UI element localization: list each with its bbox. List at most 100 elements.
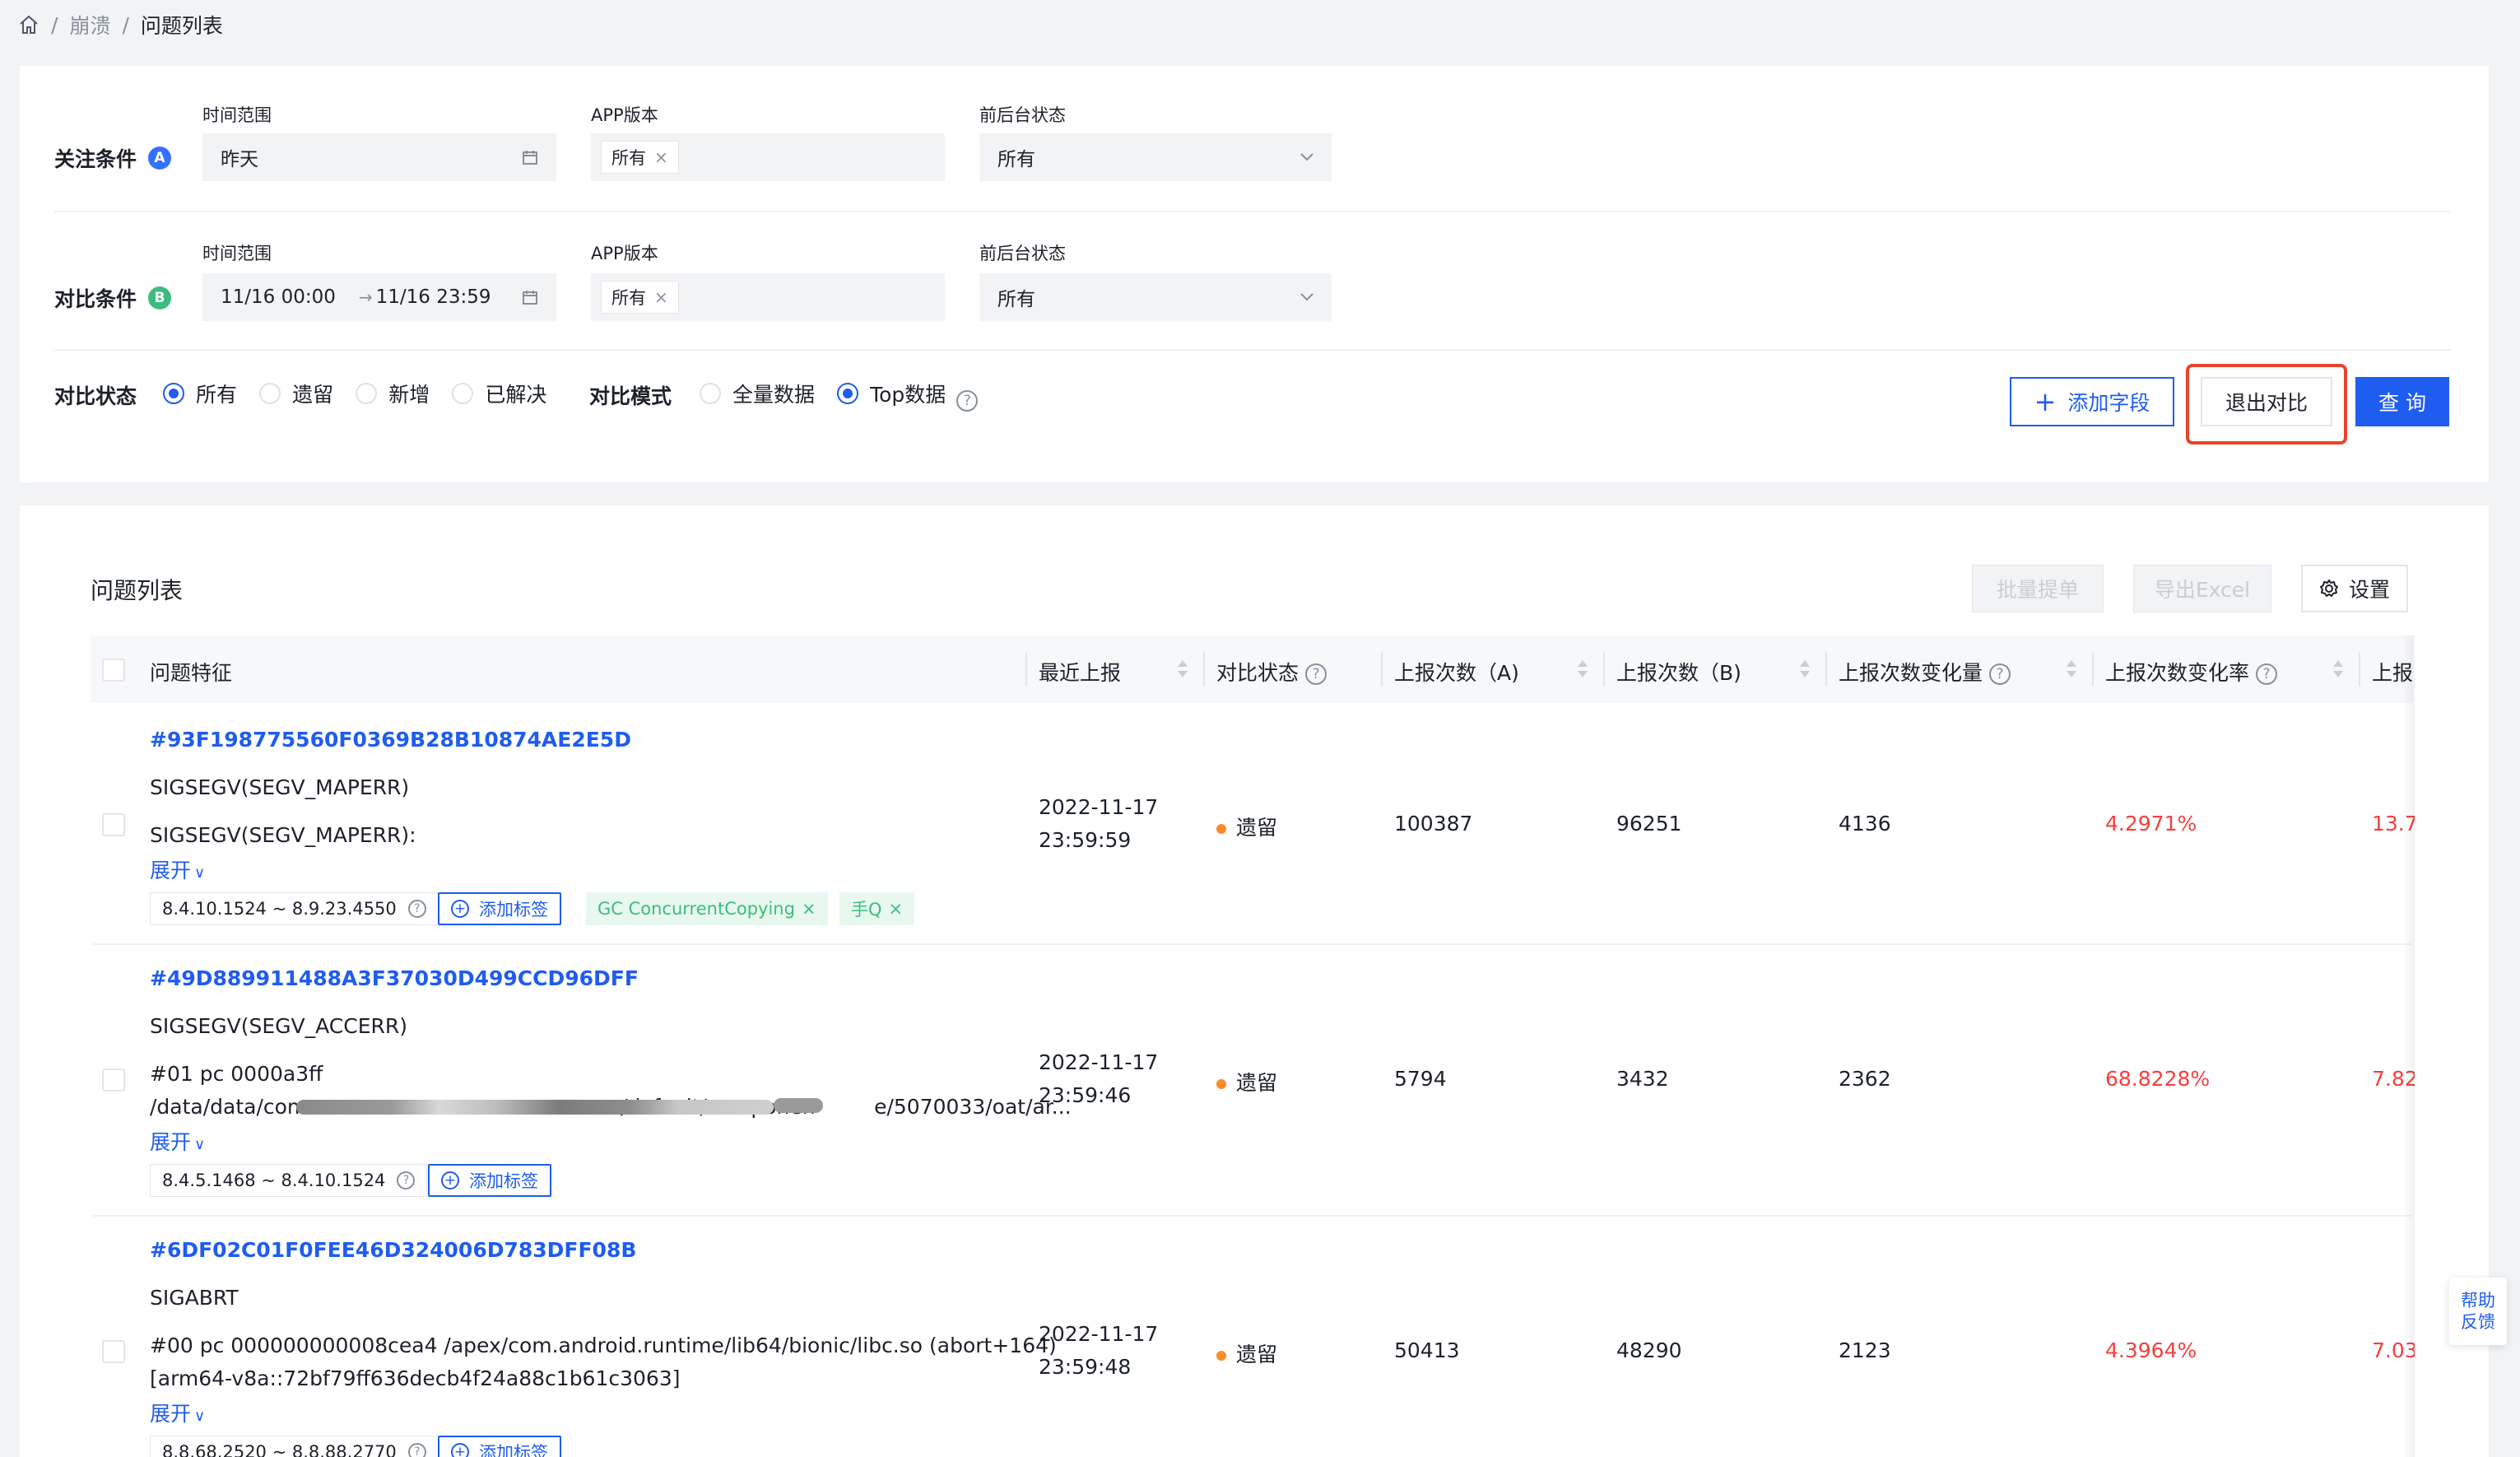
radio-mode-top[interactable]: Top数据: [837, 379, 946, 408]
focus-app-select[interactable]: 所有 ×: [591, 133, 945, 181]
redaction-mark: [774, 1098, 823, 1113]
breadcrumb-crash-link[interactable]: 崩溃: [69, 10, 110, 40]
status-dot: [1216, 1351, 1226, 1361]
settings-button[interactable]: 设置: [2301, 565, 2408, 612]
count-b: 96251: [1616, 812, 1682, 836]
breadcrumb-separator: /: [51, 12, 58, 37]
gear-icon: [2319, 580, 2338, 597]
issue-id-link[interactable]: #49D889911488A3F37030D499CCD96DFF: [150, 966, 639, 990]
col-divider: [1203, 652, 1205, 687]
compare-time-range-picker[interactable]: 11/16 00:00 → 11/16 23:59: [202, 273, 556, 321]
col-count-rate[interactable]: 上报次数变化率?: [2105, 657, 2278, 687]
calendar-icon: [523, 151, 537, 165]
version-range: 8.4.5.1468 ~ 8.4.10.1524?: [150, 1164, 428, 1197]
expand-label: 展开: [150, 1130, 192, 1154]
status-label: 遗留: [1236, 1343, 1278, 1366]
expand-link[interactable]: 展开 ∨: [150, 854, 205, 884]
help-icon[interactable]: ?: [2256, 663, 2278, 685]
close-icon[interactable]: ×: [654, 147, 668, 167]
latest-report-time: 23:59:46: [1039, 1083, 1132, 1107]
batch-submit-button[interactable]: 批量提单: [1972, 565, 2104, 612]
chevron-down-icon: [1300, 153, 1313, 161]
tag-label: 手Q: [851, 900, 882, 919]
help-icon[interactable]: ?: [407, 900, 426, 918]
radio-status-new[interactable]: 新增: [356, 379, 430, 408]
help-icon[interactable]: ?: [1305, 663, 1327, 685]
help-icon[interactable]: ?: [407, 1443, 426, 1457]
exit-compare-button[interactable]: 退出对比: [2201, 377, 2332, 426]
close-icon[interactable]: ×: [889, 899, 904, 919]
sort-icon[interactable]: [2066, 659, 2077, 680]
help-icon[interactable]: ?: [956, 389, 979, 412]
latest-report-date: 2022-11-17: [1039, 1322, 1159, 1346]
exit-compare-label: 退出对比: [2225, 391, 2308, 415]
close-icon[interactable]: ×: [802, 899, 816, 919]
sort-icon[interactable]: [2332, 659, 2344, 680]
redaction-mark: [296, 1100, 774, 1115]
col-count-b[interactable]: 上报次数（B): [1616, 657, 1741, 687]
home-icon[interactable]: [18, 14, 40, 35]
sort-icon[interactable]: [1177, 659, 1188, 680]
sort-icon[interactable]: [1577, 659, 1588, 680]
add-tag-button[interactable]: + 添加标签: [438, 892, 561, 925]
compare-state-select[interactable]: 所有: [979, 273, 1332, 321]
version-range-label: 8.4.5.1468 ~ 8.4.10.1524: [162, 1171, 386, 1190]
radio-indicator: [356, 383, 378, 404]
col-compare-state: 对比状态?: [1216, 657, 1327, 687]
help-float-line1: 帮助: [2461, 1291, 2495, 1310]
compare-app-select[interactable]: 所有 ×: [591, 273, 945, 321]
help-icon[interactable]: ?: [1989, 663, 2011, 685]
row-checkbox[interactable]: [102, 813, 125, 836]
radio-status-resolved[interactable]: 已解决: [452, 379, 546, 408]
radio-mode-full[interactable]: 全量数据: [700, 379, 815, 408]
radio-indicator: [452, 383, 474, 404]
status-badge: 遗留: [1216, 812, 1277, 841]
expand-link[interactable]: 展开 ∨: [150, 1398, 205, 1427]
row-checkbox[interactable]: [102, 1340, 125, 1363]
export-excel-button[interactable]: 导出Excel: [2133, 565, 2271, 612]
settings-label: 设置: [2348, 578, 2390, 602]
tag-chip: GC ConcurrentCopying ×: [586, 892, 828, 925]
compare-status-label: 对比状态: [54, 384, 137, 408]
sort-icon[interactable]: [1799, 659, 1811, 680]
count-delta: 2123: [1839, 1338, 1891, 1362]
add-tag-label: 添加标签: [479, 1443, 548, 1457]
col-latest-report[interactable]: 最近上报: [1039, 657, 1121, 687]
radio-status-all[interactable]: 所有: [163, 379, 237, 408]
latest-report-time: 23:59:48: [1039, 1355, 1132, 1379]
count-a: 50413: [1394, 1338, 1460, 1362]
compare-state-label: 前后台状态: [979, 244, 1066, 263]
expand-link[interactable]: 展开 ∨: [150, 1126, 205, 1156]
focus-app-label: APP版本: [591, 105, 658, 125]
query-button[interactable]: 查 询: [2355, 377, 2449, 426]
col-count-delta[interactable]: 上报次数变化量?: [1839, 657, 2011, 687]
radio-label: 遗留: [292, 383, 334, 407]
issue-id-link[interactable]: #6DF02C01F0FEE46D324006D783DFF08B: [150, 1238, 636, 1262]
table-scroll-shadow: [2403, 635, 2415, 1457]
add-tag-label: 添加标签: [469, 1171, 538, 1191]
radio-status-retained[interactable]: 遗留: [259, 379, 333, 408]
add-field-button[interactable]: + 添加字段: [2010, 377, 2174, 426]
compare-badge: B: [148, 286, 172, 310]
help-float-line2: 反馈: [2461, 1312, 2495, 1332]
focus-state-select[interactable]: 所有: [979, 133, 1332, 181]
help-icon[interactable]: ?: [397, 1171, 416, 1189]
radio-indicator: [259, 383, 281, 404]
row-checkbox[interactable]: [102, 1068, 125, 1092]
col-count-a[interactable]: 上报次数（A): [1394, 657, 1519, 687]
latest-report-time: 23:59:59: [1039, 828, 1132, 852]
col-divider: [1381, 652, 1383, 687]
help-feedback-float[interactable]: 帮助 反馈: [2449, 1278, 2507, 1345]
count-delta: 4136: [1839, 812, 1891, 836]
select-all-checkbox[interactable]: [102, 659, 125, 682]
add-tag-button[interactable]: + 添加标签: [428, 1164, 551, 1197]
issue-id-link[interactable]: #93F198775560F0369B28B10874AE2E5D: [150, 728, 631, 752]
radio-label: Top数据: [870, 383, 946, 407]
issue-signal: SIGABRT: [150, 1286, 239, 1310]
compare-app-chip-label: 所有: [611, 288, 646, 308]
focus-time-picker[interactable]: 昨天: [202, 133, 556, 181]
divider: [54, 211, 2451, 212]
count-rate: 4.3964%: [2105, 1338, 2197, 1362]
add-tag-button[interactable]: + 添加标签: [438, 1436, 561, 1457]
close-icon[interactable]: ×: [654, 287, 668, 307]
